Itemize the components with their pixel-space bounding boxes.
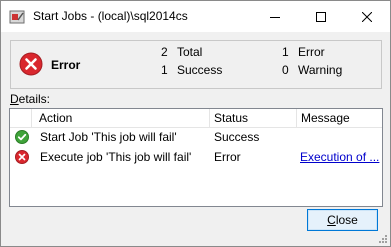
minimize-button[interactable] xyxy=(252,1,298,32)
warning-label: Warning xyxy=(298,63,343,77)
title-bar[interactable]: Start Jobs - (local)\sql2014cs xyxy=(1,1,390,32)
details-grid[interactable]: Action Status Message Start Job 'This jo… xyxy=(9,108,383,207)
success-check-icon xyxy=(15,130,29,144)
minimize-icon xyxy=(270,16,280,18)
close-button[interactable]: Close xyxy=(307,209,378,231)
total-count: 2 xyxy=(161,45,168,59)
success-label: Success xyxy=(177,63,223,77)
start-jobs-dialog: Start Jobs - (local)\sql2014cs Error 2 T… xyxy=(0,0,391,247)
details-label-accesskey: D xyxy=(10,92,19,106)
column-header-status[interactable]: Status xyxy=(210,109,297,127)
maximize-button[interactable] xyxy=(298,1,344,32)
error-icon xyxy=(15,150,29,164)
table-row[interactable]: Start Job 'This job will fail' Success xyxy=(10,127,382,147)
row-message-link[interactable]: Execution of ... xyxy=(300,147,380,167)
resize-grip-icon[interactable] xyxy=(377,233,387,243)
total-label: Total xyxy=(177,45,203,59)
row-action: Execute job 'This job will fail' xyxy=(40,150,192,164)
table-row[interactable]: Execute job 'This job will fail' Error E… xyxy=(10,147,382,167)
error-icon xyxy=(19,52,43,76)
row-status: Success xyxy=(214,130,260,144)
tools-icon xyxy=(9,10,25,24)
column-header-message[interactable]: Message xyxy=(297,109,382,127)
details-label: Details: xyxy=(10,92,50,106)
details-label-text: etails: xyxy=(18,92,51,106)
row-action: Start Job 'This job will fail' xyxy=(40,130,177,144)
summary-status-label: Error xyxy=(51,58,81,72)
warning-count: 0 xyxy=(282,63,289,77)
error-count: 1 xyxy=(282,45,289,59)
maximize-icon xyxy=(316,11,326,22)
success-count: 1 xyxy=(161,63,168,77)
close-window-button[interactable] xyxy=(344,1,390,32)
close-icon xyxy=(362,11,372,22)
row-status: Error xyxy=(214,150,241,164)
close-button-accesskey: C xyxy=(327,213,336,227)
column-header-action[interactable]: Action xyxy=(32,109,210,127)
row-message xyxy=(300,127,380,147)
summary-panel: Error 2 Total 1 Success 1 Error 0 Warnin… xyxy=(10,40,382,89)
close-button-label: lose xyxy=(335,213,358,227)
error-label: Error xyxy=(298,45,325,59)
window-title: Start Jobs - (local)\sql2014cs xyxy=(33,9,188,23)
column-header-icon[interactable] xyxy=(10,109,32,127)
grid-header: Action Status Message xyxy=(10,109,382,128)
